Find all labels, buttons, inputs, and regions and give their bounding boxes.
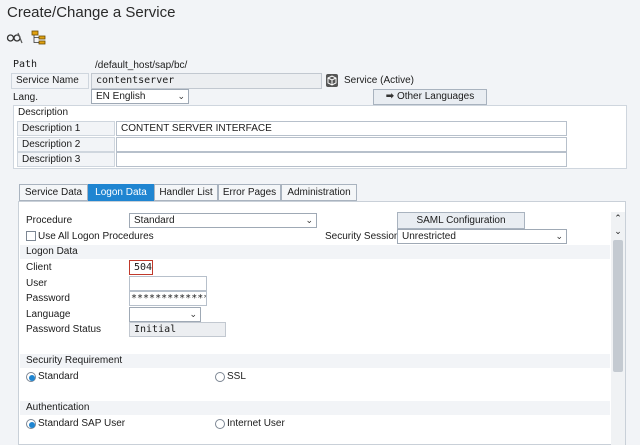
security-session-value: Unrestricted <box>402 231 456 242</box>
user-label: User <box>26 278 48 289</box>
password-field[interactable]: ************** <box>129 291 207 306</box>
page-title: Create/Change a Service <box>7 4 176 21</box>
path-value: /default_host/sap/bc/ <box>95 60 188 71</box>
chevron-down-icon: ⌄ <box>177 91 185 101</box>
service-name-label: Service Name <box>11 73 89 89</box>
description-1-field[interactable]: CONTENT SERVER INTERFACE <box>116 121 567 136</box>
client-field[interactable]: 504 <box>129 260 153 275</box>
security-session-select[interactable]: Unrestricted ⌄ <box>397 229 567 244</box>
description-2-field[interactable] <box>116 137 567 152</box>
authentication-title: Authentication <box>20 401 610 415</box>
language-select-value: EN English <box>96 91 146 102</box>
security-session-label: Security Session: <box>325 231 403 242</box>
auth-internet-user-label: Internet User <box>227 418 285 429</box>
language-label: Language <box>26 309 71 320</box>
password-status-label: Password Status <box>26 324 102 335</box>
service-name-field[interactable]: contentserver <box>91 73 322 89</box>
description-title: Description <box>18 107 69 118</box>
glasses-pencil-icon[interactable] <box>6 30 24 46</box>
path-label: Path <box>13 59 38 70</box>
security-standard-radio[interactable] <box>26 372 36 382</box>
use-all-logon-procedures-label: Use All Logon Procedures <box>38 231 154 242</box>
saml-configuration-button[interactable]: SAML Configuration <box>397 212 525 229</box>
scroll-down-icon[interactable]: ⌄ <box>612 226 624 236</box>
language-select[interactable]: EN English ⌄ <box>91 89 189 104</box>
chevron-down-icon: ⌄ <box>189 309 197 319</box>
description-3-field[interactable] <box>116 152 567 167</box>
chevron-down-icon: ⌄ <box>305 215 313 225</box>
arrow-right-icon: ➡ <box>385 91 395 102</box>
user-field[interactable] <box>129 276 207 291</box>
scroll-up-icon[interactable]: ⌃ <box>612 213 624 223</box>
auth-internet-user-radio[interactable] <box>215 419 225 429</box>
tab-logon-data[interactable]: Logon Data <box>88 184 154 201</box>
service-status: Service (Active) <box>344 75 415 86</box>
tab-administration[interactable]: Administration <box>281 184 357 201</box>
procedure-select-value: Standard <box>134 215 175 226</box>
description-1-label: Description 1 <box>17 121 115 136</box>
lang-label: Lang. <box>13 92 39 103</box>
security-ssl-label: SSL <box>227 371 246 382</box>
password-label: Password <box>26 293 70 304</box>
logon-data-section-title: Logon Data <box>20 245 610 259</box>
procedure-label: Procedure <box>26 215 73 226</box>
auth-standard-sap-user-radio[interactable] <box>26 419 36 429</box>
security-standard-label: Standard <box>38 371 79 382</box>
tab-service-data[interactable]: Service Data <box>19 184 88 201</box>
service-type-icon <box>326 74 338 87</box>
client-label: Client <box>26 262 52 273</box>
hierarchy-icon[interactable] <box>30 30 48 46</box>
description-3-label: Description 3 <box>17 152 115 167</box>
auth-standard-sap-user-label: Standard SAP User <box>38 418 126 429</box>
use-all-logon-procedures-checkbox[interactable] <box>26 231 36 241</box>
chevron-down-icon: ⌄ <box>555 231 563 241</box>
description-2-label: Description 2 <box>17 137 115 152</box>
security-ssl-radio[interactable] <box>215 372 225 382</box>
tab-error-pages[interactable]: Error Pages <box>218 184 281 201</box>
tab-handler-list[interactable]: Handler List <box>154 184 218 201</box>
other-languages-label: Other Languages <box>396 91 475 102</box>
logon-language-select[interactable]: ⌄ <box>129 307 201 322</box>
scrollbar-thumb[interactable] <box>613 240 623 372</box>
procedure-select[interactable]: Standard ⌄ <box>129 213 317 228</box>
security-requirement-title: Security Requirement <box>20 354 610 368</box>
password-status-field: Initial <box>129 322 226 337</box>
other-languages-button[interactable]: ➡ Other Languages <box>373 89 487 105</box>
